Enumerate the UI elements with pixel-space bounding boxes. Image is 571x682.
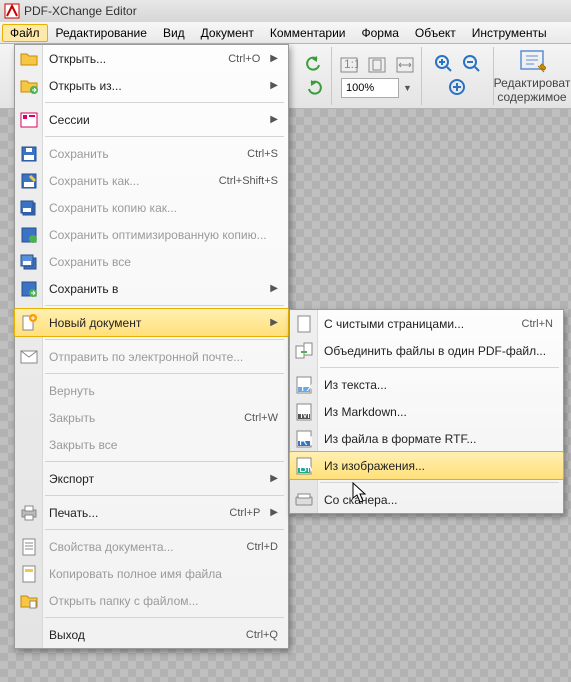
menubar: Файл Редактирование Вид Документ Коммент… [0, 22, 571, 44]
app-title: PDF-XChange Editor [24, 4, 137, 18]
menu-print[interactable]: Печать... Ctrl+P ▶ [15, 499, 288, 526]
copy-filename-icon [19, 564, 39, 584]
menu-send-email[interactable]: Отправить по электронной почте... [15, 343, 288, 370]
edit-content-button[interactable]: Редактироват содержимое [492, 48, 571, 104]
menu-edit[interactable]: Редактирование [48, 24, 155, 42]
new-document-submenu: С чистыми страницами... Ctrl+N Объединит… [289, 309, 564, 514]
svg-text:TXT: TXT [299, 380, 312, 394]
menu-save-optimized[interactable]: Сохранить оптимизированную копию... [15, 221, 288, 248]
menu-copy-filename[interactable]: Копировать полное имя файла [15, 560, 288, 587]
menu-open[interactable]: Открыть... Ctrl+O ▶ [15, 45, 288, 72]
save-copy-icon [19, 198, 39, 218]
menu-new-document[interactable]: Новый документ ▶ [14, 308, 289, 337]
app-icon [4, 3, 20, 19]
menu-view[interactable]: Вид [155, 24, 193, 42]
folder-arrow-icon [19, 76, 39, 96]
submenu-from-text[interactable]: TXT Из текста... [290, 371, 563, 398]
svg-text:M↓: M↓ [300, 407, 312, 421]
edit-content-label1: Редактироват [494, 76, 571, 90]
submenu-arrow-icon: ▶ [270, 473, 278, 484]
menu-save-as[interactable]: Сохранить как... Ctrl+Shift+S [15, 167, 288, 194]
menu-save-to[interactable]: Сохранить в ▶ [15, 275, 288, 302]
menu-save-all[interactable]: Сохранить все [15, 248, 288, 275]
menu-save[interactable]: Сохранить Ctrl+S [15, 140, 288, 167]
titlebar: PDF-XChange Editor [0, 0, 571, 22]
actual-size-button[interactable]: 1:1 [338, 54, 360, 76]
save-icon [19, 144, 39, 164]
submenu-arrow-icon: ▶ [270, 114, 278, 125]
combine-icon [294, 341, 314, 361]
markdown-icon: M↓ [294, 402, 314, 422]
submenu-from-scanner[interactable]: Со сканера... [290, 486, 563, 513]
redo-button[interactable] [303, 77, 325, 99]
fit-width-button[interactable] [394, 54, 416, 76]
txt-icon: TXT [294, 375, 314, 395]
zoom-dropdown-icon[interactable]: ▼ [403, 83, 412, 93]
zoom-out-button[interactable] [461, 53, 483, 75]
properties-icon [19, 537, 39, 557]
blank-page-icon [294, 314, 314, 334]
menu-close-all[interactable]: Закрыть все [15, 431, 288, 458]
open-folder-icon [19, 591, 39, 611]
menu-close[interactable]: Закрыть Ctrl+W [15, 404, 288, 431]
print-icon [19, 503, 39, 523]
zoom-input[interactable] [341, 78, 399, 98]
menu-form[interactable]: Форма [353, 24, 406, 42]
menu-file[interactable]: Файл [2, 24, 48, 42]
svg-text:1:1: 1:1 [344, 57, 358, 71]
submenu-arrow-icon: ▶ [270, 317, 278, 328]
sessions-icon [19, 110, 39, 130]
submenu-arrow-icon: ▶ [270, 53, 278, 64]
menu-tools[interactable]: Инструменты [464, 24, 555, 42]
save-optimized-icon [19, 225, 39, 245]
menu-exit[interactable]: Выход Ctrl+Q [15, 621, 288, 648]
menu-sessions[interactable]: Сессии ▶ [15, 106, 288, 133]
rtf-icon: RTF [294, 429, 314, 449]
menu-save-copy[interactable]: Сохранить копию как... [15, 194, 288, 221]
menu-document[interactable]: Документ [193, 24, 262, 42]
fit-page-button[interactable] [366, 54, 388, 76]
menu-export[interactable]: Экспорт ▶ [15, 465, 288, 492]
menu-revert[interactable]: Вернуть [15, 377, 288, 404]
menu-open-folder[interactable]: Открыть папку с файлом... [15, 587, 288, 614]
submenu-blank-pages[interactable]: С чистыми страницами... Ctrl+N [290, 310, 563, 337]
edit-content-label2: содержимое [497, 90, 566, 104]
submenu-arrow-icon: ▶ [270, 507, 278, 518]
menu-doc-properties[interactable]: Свойства документа... Ctrl+D [15, 533, 288, 560]
save-all-icon [19, 252, 39, 272]
zoom-in-large-button[interactable] [447, 77, 469, 99]
menu-object[interactable]: Объект [407, 24, 464, 42]
scanner-icon [294, 490, 314, 510]
file-menu: Открыть... Ctrl+O ▶ Открыть из... ▶ Сесс… [14, 44, 289, 649]
submenu-combine-files[interactable]: Объединить файлы в один PDF-файл... [290, 337, 563, 364]
menu-comments[interactable]: Комментарии [262, 24, 354, 42]
submenu-from-rtf[interactable]: RTF Из файла в формате RTF... [290, 425, 563, 452]
svg-text:BMP: BMP [299, 461, 312, 475]
menu-open-from[interactable]: Открыть из... ▶ [15, 72, 288, 99]
bmp-icon: BMP [294, 456, 314, 476]
undo-button[interactable] [303, 53, 325, 75]
submenu-from-image[interactable]: BMP Из изображения... [289, 451, 564, 480]
folder-open-icon [19, 49, 39, 69]
save-as-icon [19, 171, 39, 191]
zoom-in-button[interactable] [433, 53, 455, 75]
new-document-icon [19, 313, 39, 333]
submenu-from-markdown[interactable]: M↓ Из Markdown... [290, 398, 563, 425]
submenu-arrow-icon: ▶ [270, 283, 278, 294]
submenu-arrow-icon: ▶ [270, 80, 278, 91]
email-icon [19, 347, 39, 367]
svg-text:RTF: RTF [299, 434, 312, 448]
save-to-icon [19, 279, 39, 299]
